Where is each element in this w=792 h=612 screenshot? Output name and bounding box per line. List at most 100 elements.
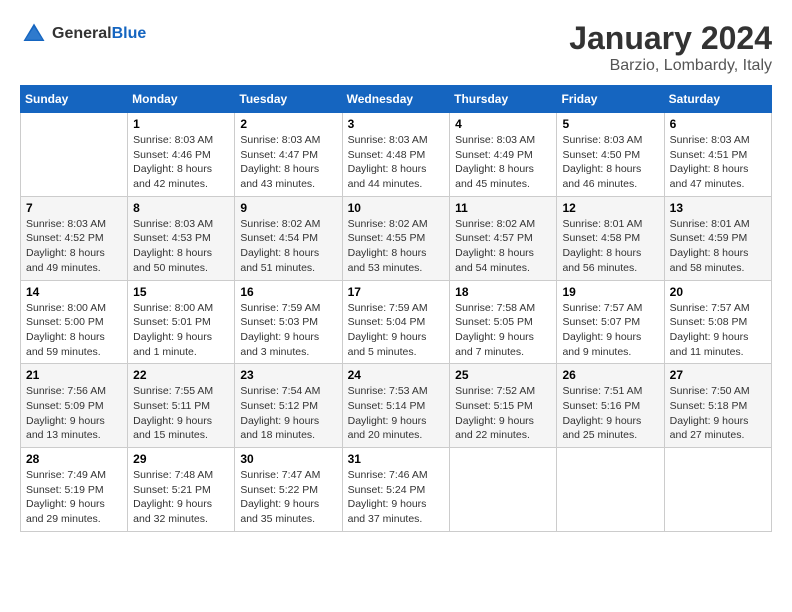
weekday-header-thursday: Thursday: [450, 86, 557, 113]
calendar-cell: [557, 448, 664, 532]
calendar-cell: 16 Sunrise: 7:59 AMSunset: 5:03 PMDayligh…: [235, 280, 342, 364]
day-info: Sunrise: 8:03 AMSunset: 4:48 PMDaylight:…: [348, 133, 445, 192]
day-number: 1: [133, 117, 229, 131]
week-row-2: 7Sunrise: 8:03 AMSunset: 4:52 PMDaylight…: [21, 196, 772, 280]
day-number: 11: [455, 201, 551, 215]
day-info: Sunrise: 8:02 AMSunset: 4:55 PMDaylight:…: [348, 217, 445, 276]
calendar-cell: 9 Sunrise: 8:02 AMSunset: 4:54 PMDaylight…: [235, 196, 342, 280]
day-number: 17: [348, 285, 445, 299]
weekday-header-sunday: Sunday: [21, 86, 128, 113]
day-info: Sunrise: 8:03 AMSunset: 4:49 PMDaylight:…: [455, 133, 551, 192]
day-info: Sunrise: 8:03 AMSunset: 4:53 PMDaylight:…: [133, 217, 229, 276]
day-info: Sunrise: 8:03 AMSunset: 4:47 PMDaylight:…: [240, 133, 336, 192]
day-number: 8: [133, 201, 229, 215]
calendar-cell: 18 Sunrise: 7:58 AMSunset: 5:05 PMDayligh…: [450, 280, 557, 364]
month-title: January 2024: [569, 20, 772, 57]
week-row-1: 1Sunrise: 8:03 AMSunset: 4:46 PMDaylight…: [21, 113, 772, 197]
calendar-cell: 23 Sunrise: 7:54 AMSunset: 5:12 PMDayligh…: [235, 364, 342, 448]
calendar-cell: 12Sunrise: 8:01 AMSunset: 4:58 PMDayligh…: [557, 196, 664, 280]
day-number: 25: [455, 368, 551, 382]
day-info: Sunrise: 8:02 AMSunset: 4:57 PMDaylight:…: [455, 217, 551, 276]
day-number: 30: [240, 452, 336, 466]
day-number: 3: [348, 117, 445, 131]
day-info: Sunrise: 7:59 AMSunset: 5:03 PMDaylight:…: [240, 301, 336, 360]
day-number: 28: [26, 452, 122, 466]
week-row-3: 14 Sunrise: 8:00 AMSunset: 5:00 PMDayligh…: [21, 280, 772, 364]
logo-blue-text: Blue: [112, 25, 147, 42]
day-info: Sunrise: 7:53 AMSunset: 5:14 PMDaylight:…: [348, 384, 445, 443]
logo-general-text: General: [52, 25, 112, 42]
day-info: Sunrise: 8:00 AMSunset: 5:01 PMDaylight:…: [133, 301, 229, 360]
weekday-header-monday: Monday: [128, 86, 235, 113]
calendar-cell: 27 Sunrise: 7:50 AMSunset: 5:18 PMDayligh…: [664, 364, 771, 448]
calendar-cell: 2 Sunrise: 8:03 AMSunset: 4:47 PMDaylight…: [235, 113, 342, 197]
day-number: 9: [240, 201, 336, 215]
title-section: January 2024 Barzio, Lombardy, Italy: [569, 20, 772, 75]
day-number: 4: [455, 117, 551, 131]
day-number: 2: [240, 117, 336, 131]
day-number: 21: [26, 368, 122, 382]
calendar-cell: 17 Sunrise: 7:59 AMSunset: 5:04 PMDayligh…: [342, 280, 450, 364]
day-info: Sunrise: 7:49 AMSunset: 5:19 PMDaylight:…: [26, 468, 122, 527]
calendar-cell: 19 Sunrise: 7:57 AMSunset: 5:07 PMDayligh…: [557, 280, 664, 364]
day-number: 24: [348, 368, 445, 382]
calendar-cell: 4 Sunrise: 8:03 AMSunset: 4:49 PMDaylight…: [450, 113, 557, 197]
day-info: Sunrise: 7:48 AMSunset: 5:21 PMDaylight:…: [133, 468, 229, 527]
day-number: 14: [26, 285, 122, 299]
day-number: 19: [562, 285, 658, 299]
calendar-table: SundayMondayTuesdayWednesdayThursdayFrid…: [20, 85, 772, 532]
calendar-cell: 26Sunrise: 7:51 AMSunset: 5:16 PMDayligh…: [557, 364, 664, 448]
calendar-cell: 28 Sunrise: 7:49 AMSunset: 5:19 PMDayligh…: [21, 448, 128, 532]
calendar-cell: [450, 448, 557, 532]
day-number: 26: [562, 368, 658, 382]
day-info: Sunrise: 7:50 AMSunset: 5:18 PMDaylight:…: [670, 384, 766, 443]
calendar-cell: 31Sunrise: 7:46 AMSunset: 5:24 PMDayligh…: [342, 448, 450, 532]
day-number: 29: [133, 452, 229, 466]
calendar-cell: 6Sunrise: 8:03 AMSunset: 4:51 PMDaylight…: [664, 113, 771, 197]
day-number: 10: [348, 201, 445, 215]
day-info: Sunrise: 7:55 AMSunset: 5:11 PMDaylight:…: [133, 384, 229, 443]
day-number: 16: [240, 285, 336, 299]
day-info: Sunrise: 7:59 AMSunset: 5:04 PMDaylight:…: [348, 301, 445, 360]
day-info: Sunrise: 8:02 AMSunset: 4:54 PMDaylight:…: [240, 217, 336, 276]
day-number: 7: [26, 201, 122, 215]
logo-icon: [20, 20, 48, 48]
weekday-header-friday: Friday: [557, 86, 664, 113]
calendar-cell: 24 Sunrise: 7:53 AMSunset: 5:14 PMDayligh…: [342, 364, 450, 448]
page-header: GeneralBlue January 2024 Barzio, Lombard…: [20, 20, 772, 75]
week-row-5: 28 Sunrise: 7:49 AMSunset: 5:19 PMDayligh…: [21, 448, 772, 532]
calendar-cell: 30 Sunrise: 7:47 AMSunset: 5:22 PMDayligh…: [235, 448, 342, 532]
day-info: Sunrise: 7:57 AMSunset: 5:07 PMDaylight:…: [562, 301, 658, 360]
day-info: Sunrise: 7:52 AMSunset: 5:15 PMDaylight:…: [455, 384, 551, 443]
calendar-cell: 29 Sunrise: 7:48 AMSunset: 5:21 PMDayligh…: [128, 448, 235, 532]
calendar-cell: 8 Sunrise: 8:03 AMSunset: 4:53 PMDaylight…: [128, 196, 235, 280]
day-number: 6: [670, 117, 766, 131]
weekday-header-tuesday: Tuesday: [235, 86, 342, 113]
day-number: 18: [455, 285, 551, 299]
calendar-cell: 15Sunrise: 8:00 AMSunset: 5:01 PMDayligh…: [128, 280, 235, 364]
calendar-cell: 5Sunrise: 8:03 AMSunset: 4:50 PMDaylight…: [557, 113, 664, 197]
day-info: Sunrise: 7:47 AMSunset: 5:22 PMDaylight:…: [240, 468, 336, 527]
day-number: 27: [670, 368, 766, 382]
logo: GeneralBlue: [20, 20, 146, 48]
weekday-header-wednesday: Wednesday: [342, 86, 450, 113]
day-number: 22: [133, 368, 229, 382]
location-title: Barzio, Lombardy, Italy: [569, 57, 772, 75]
calendar-cell: 20Sunrise: 7:57 AMSunset: 5:08 PMDayligh…: [664, 280, 771, 364]
weekday-header-saturday: Saturday: [664, 86, 771, 113]
calendar-cell: 11 Sunrise: 8:02 AMSunset: 4:57 PMDayligh…: [450, 196, 557, 280]
calendar-cell: 21Sunrise: 7:56 AMSunset: 5:09 PMDayligh…: [21, 364, 128, 448]
weekday-header-row: SundayMondayTuesdayWednesdayThursdayFrid…: [21, 86, 772, 113]
calendar-cell: 3 Sunrise: 8:03 AMSunset: 4:48 PMDaylight…: [342, 113, 450, 197]
day-number: 12: [562, 201, 658, 215]
calendar-cell: [664, 448, 771, 532]
calendar-cell: [21, 113, 128, 197]
calendar-cell: 13Sunrise: 8:01 AMSunset: 4:59 PMDayligh…: [664, 196, 771, 280]
day-info: Sunrise: 7:57 AMSunset: 5:08 PMDaylight:…: [670, 301, 766, 360]
calendar-cell: 10 Sunrise: 8:02 AMSunset: 4:55 PMDayligh…: [342, 196, 450, 280]
day-info: Sunrise: 7:54 AMSunset: 5:12 PMDaylight:…: [240, 384, 336, 443]
day-info: Sunrise: 8:00 AMSunset: 5:00 PMDaylight:…: [26, 301, 122, 360]
day-number: 13: [670, 201, 766, 215]
day-number: 23: [240, 368, 336, 382]
day-info: Sunrise: 7:58 AMSunset: 5:05 PMDaylight:…: [455, 301, 551, 360]
